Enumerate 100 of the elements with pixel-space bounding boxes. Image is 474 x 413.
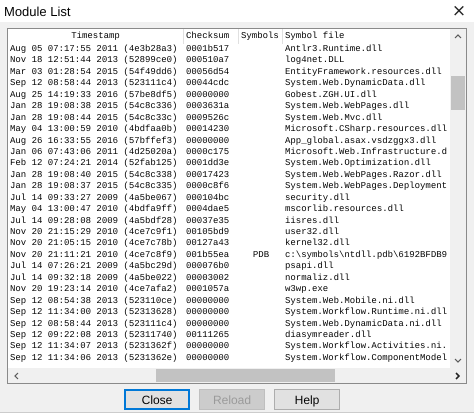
table-cell: Microsoft.CSharp.resources.dll [285,124,448,134]
table-cell: Jan 28 19:08:40 2015 (54c8c338) [10,170,178,180]
table-cell: EntityFramework.resources.dll [285,66,442,77]
table-cell: 00000000 [186,296,230,306]
column-header[interactable]: Timestamp [8,29,184,44]
table-cell: Nov 20 21:05:15 2010 (4ce7c78b) [10,238,178,248]
table-cell: 00000000 [186,341,230,352]
table-cell: 00000000 [186,136,230,146]
table-cell: System.Web.WebPages.Razor.dll [285,170,442,180]
table-cell: System.Web.Mobile.ni.dll [285,296,415,306]
table-cell: normaliz.dll [285,272,350,283]
dialog-button[interactable]: Help [274,389,340,410]
table-cell: Jan 06 07:43:06 2011 (4d25020a) [10,146,178,157]
table-cell: 00000000 [186,90,230,100]
table-cell: 00000000 [186,307,230,318]
table-cell: 00044cdc [186,78,230,88]
table-cell: System.Web.WebPages.dll [285,101,410,112]
table-cell: 0009526c [186,112,230,123]
table-cell: 00003002 [186,272,230,283]
table-cell: May 04 13:00:47 2010 (4bdfa9ff) [10,204,178,214]
table-cell: Sep 12 11:34:07 2013 (5231362f) [10,341,178,352]
scroll-down-icon[interactable] [454,358,462,363]
table-cell: Jul 14 09:32:18 2009 (4a5be022) [10,272,178,283]
table-cell: Sep 12 08:58:44 2013 (523111c4) [10,318,178,328]
table-cell: System.Workflow.Runtime.ni.dll [285,307,448,318]
table-cell: 0003631a [186,101,230,112]
table-cell: 00000000 [186,318,230,328]
table-cell: Aug 26 16:33:55 2016 (57bffef3) [10,136,178,146]
table-cell: 00037e35 [186,216,230,226]
table-cell: 0001dd3e [186,158,230,168]
table-cell: System.Web.Optimization.dll [285,158,431,168]
scroll-left-icon[interactable] [14,372,19,380]
table-cell: Sep 12 08:54:38 2013 (523110ce) [10,296,178,306]
table-cell: 001b55ea [186,250,230,260]
table-cell: Nov 20 21:11:21 2010 (4ce7c8f9) [10,250,178,260]
table-cell: Aug 05 07:17:55 2011 (4e3b28a3) [10,44,178,54]
table-cell: Antlr3.Runtime.dll [285,44,382,54]
scroll-right-icon[interactable] [455,372,460,380]
table-cell: w3wp.exe [285,284,328,294]
table-cell: 00056d54 [186,66,230,77]
table-cell: Sep 12 11:34:06 2013 (5231362e) [10,352,178,363]
column-header[interactable]: Symbols [239,29,283,44]
table-cell: Sep 12 11:34:00 2013 (52313628) [10,307,178,318]
table-cell: 0001b517 [186,44,230,54]
table-cell: iisres.dll [285,216,340,226]
table-cell: 000076b0 [186,261,230,272]
table-cell: Jan 28 19:08:37 2015 (54c8c335) [10,181,178,192]
table-cell: 00111265 [186,330,230,340]
table-cell: log4net.DLL [285,55,344,66]
table-cell: Jul 14 07:26:21 2009 (4a5bc29d) [10,261,178,272]
vertical-scrollbar[interactable] [450,29,466,368]
table-cell: PDB [252,250,270,260]
table-cell: Microsoft.Web.Infrastructure.d [285,146,448,157]
table-cell: Nov 20 19:23:14 2010 (4ce7afa2) [10,284,178,294]
table-cell: App_global.asax.vsdzggx3.dll [285,136,436,146]
table-cell: System.Web.DynamicData.dll [285,78,426,88]
table-cell: diasymreader.dll [285,330,372,340]
table-cell: System.Web.Mvc.dll [285,112,382,123]
table-cell: mscorlib.resources.dll [285,204,404,214]
dialog-button[interactable]: Close [124,389,190,410]
table-cell: 0000c175 [186,146,230,157]
table-cell: 00014230 [186,124,230,134]
close-button[interactable]: × [444,0,474,22]
table-cell: 00105bd9 [186,227,230,237]
table-cell: Jan 28 19:08:38 2015 (54c8c336) [10,101,178,112]
table-cell: System.Web.DynamicData.ni.dll [285,318,442,328]
table-cell: Sep 12 08:58:44 2013 (523111c4) [10,78,178,88]
scroll-up-icon[interactable] [454,34,462,39]
window-title: Module List [3,4,70,18]
table-cell: 000510a7 [186,55,230,66]
table-cell: Gobest.ZGH.UI.dll [285,90,377,100]
table-cell: System.Workflow.Activities.ni. [285,341,448,352]
table-cell: kernel32.dll [285,238,350,248]
table-cell: user32.dll [285,227,340,237]
table-cell: Sep 12 09:22:08 2013 (52311740) [10,330,178,340]
scroll-thumb[interactable] [451,76,465,110]
table-cell: psapi.dll [285,261,334,272]
table-cell: Feb 12 07:24:21 2014 (52fab125) [10,158,178,168]
table-cell: 0004dae5 [186,204,230,214]
table-cell: 000104bc [186,192,230,203]
table-cell: Jul 14 09:33:27 2009 (4a5be067) [10,192,178,203]
table-cell: Nov 20 21:15:29 2010 (4ce7c9f1) [10,227,178,237]
table-cell: Jan 28 19:08:44 2015 (54c8c33c) [10,112,178,123]
column-header[interactable]: Checksum [184,29,239,44]
scroll-thumb[interactable] [156,369,335,382]
table-cell: Aug 25 14:19:33 2016 (57be8df5) [10,90,178,100]
table-cell: security.dll [285,192,350,203]
table-cell: System.Workflow.ComponentModel [285,352,448,363]
table-cell: 0000c8f6 [186,181,230,192]
table-cell: Jul 14 09:28:08 2009 (4a5bdf28) [10,216,178,226]
horizontal-scrollbar[interactable] [8,368,466,383]
table-cell: System.Web.WebPages.Deployment [285,181,448,192]
table-cell: 00127a43 [186,238,230,248]
table-cell: May 04 13:00:59 2010 (4bdfaa0b) [10,124,178,134]
table-cell: 0001057a [186,284,230,294]
table-cell: Mar 03 01:28:54 2015 (54f49dd6) [10,66,178,77]
column-header[interactable]: Symbol file [283,29,450,44]
table-cell: c:\symbols\ntdll.pdb\6192BFDB9 [285,250,448,260]
table-cell: 00000000 [186,352,230,363]
table-cell: 00017423 [186,170,230,180]
